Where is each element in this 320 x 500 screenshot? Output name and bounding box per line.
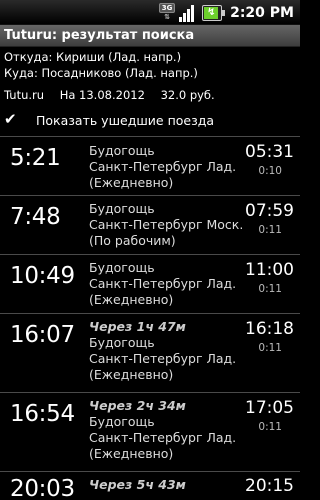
arrival-time: 05:31 — [245, 142, 294, 162]
source-label: Tutu.ru — [4, 88, 45, 102]
train-destination: Санкт-Петербург Лад. — [89, 276, 237, 291]
arrival-time: 07:59 — [245, 201, 294, 221]
route-to: Куда: Посадниково (Лад. напр.) — [4, 66, 198, 80]
show-departed-checkbox[interactable]: ✔ — [4, 110, 17, 128]
train-origin: Будогощь — [89, 335, 155, 350]
train-schedule: (По рабочим) — [89, 233, 176, 248]
network-3g-icon: 3G ⇅ — [159, 2, 176, 23]
departure-time: 16:07 — [10, 322, 75, 348]
time-until-departure: Через 2ч 34м — [89, 398, 186, 413]
train-schedule: (Ежедневно) — [89, 446, 174, 461]
train-row[interactable]: 10:49 Будогощь Санкт-Петербург Лад. (Еже… — [0, 255, 300, 313]
status-bar: 3G ⇅ ↯ 2:20 PM — [0, 0, 300, 25]
charging-bolt-icon: ↯ — [207, 6, 216, 18]
status-icons: 3G ⇅ ↯ 2:20 PM — [159, 2, 294, 23]
train-route-info: Будогощь Санкт-Петербург Лад. (Ежедневно… — [89, 260, 236, 308]
date-label: На 13.08.2012 — [59, 88, 145, 102]
travel-duration: 0:11 — [258, 342, 282, 354]
arrival-time: 20:15 — [245, 476, 294, 496]
train-destination: Санкт-Петербург Лад. — [89, 430, 237, 445]
departure-time: 20:03 — [10, 476, 75, 500]
train-origin: Будогощь — [89, 260, 155, 275]
arrival-time: 16:18 — [245, 319, 294, 339]
app-title: Tuturu: результат поиска — [4, 28, 195, 43]
departure-time: 7:48 — [10, 204, 61, 230]
data-activity-icon: ⇅ — [164, 12, 171, 21]
train-row[interactable]: 20:03 Через 5ч 43м 20:15 — [0, 472, 300, 500]
train-route-info: Через 1ч 47м Будогощь Санкт-Петербург Ла… — [89, 319, 236, 383]
travel-duration: 0:10 — [258, 165, 282, 177]
train-origin: Будогощь — [89, 201, 155, 216]
train-destination: Санкт-Петербург Моск. — [89, 217, 244, 232]
arrival-time: 17:05 — [245, 398, 294, 418]
travel-duration: 0:11 — [258, 283, 282, 295]
train-route-info: Через 2ч 34м Будогощь Санкт-Петербург Ла… — [89, 398, 236, 462]
travel-duration: 0:11 — [258, 224, 282, 236]
price-label: 32.0 руб. — [160, 88, 215, 102]
route-from: Откуда: Кириши (Лад. напр.) — [4, 50, 182, 64]
search-info: Tutu.ru На 13.08.2012 32.0 руб. — [4, 88, 227, 102]
train-route-info: Будогощь Санкт-Петербург Лад. (Ежедневно… — [89, 143, 236, 191]
departure-time: 16:54 — [10, 401, 75, 427]
train-destination: Санкт-Петербург Лад. — [89, 159, 237, 174]
arrival-time: 11:00 — [245, 260, 294, 280]
departure-time: 5:21 — [10, 145, 61, 171]
train-origin: Будогощь — [89, 143, 155, 158]
battery-charging-icon: ↯ — [202, 4, 226, 21]
train-row[interactable]: 16:07 Через 1ч 47м Будогощь Санкт-Петерб… — [0, 314, 300, 392]
network-type-label: 3G — [159, 2, 176, 13]
checkmark-icon: ✔ — [4, 110, 17, 128]
signal-strength-icon — [179, 4, 197, 22]
train-schedule: (Ежедневно) — [89, 175, 174, 190]
train-schedule: (Ежедневно) — [89, 292, 174, 307]
train-row[interactable]: 5:21 Будогощь Санкт-Петербург Лад. (Ежед… — [0, 137, 300, 195]
train-route-info: Будогощь Санкт-Петербург Моск. (По рабоч… — [89, 201, 243, 249]
time-until-departure: Через 1ч 47м — [89, 319, 186, 334]
app-title-bar: Tuturu: результат поиска — [0, 25, 300, 47]
travel-duration: 0:11 — [258, 421, 282, 433]
time-until-departure: Через 5ч 43м — [89, 477, 186, 492]
train-schedule: (Ежедневно) — [89, 367, 174, 382]
show-departed-toggle[interactable]: ✔ Показать ушедшие поезда — [0, 108, 300, 136]
train-route-info: Через 5ч 43м — [89, 477, 186, 493]
status-clock: 2:20 PM — [230, 4, 294, 21]
train-destination: Санкт-Петербург Лад. — [89, 351, 237, 366]
train-origin: Будогощь — [89, 414, 155, 429]
departure-time: 10:49 — [10, 263, 75, 289]
show-departed-label: Показать ушедшие поезда — [36, 113, 215, 128]
train-row[interactable]: 16:54 Через 2ч 34м Будогощь Санкт-Петерб… — [0, 393, 300, 471]
train-row[interactable]: 7:48 Будогощь Санкт-Петербург Моск. (По … — [0, 196, 300, 254]
